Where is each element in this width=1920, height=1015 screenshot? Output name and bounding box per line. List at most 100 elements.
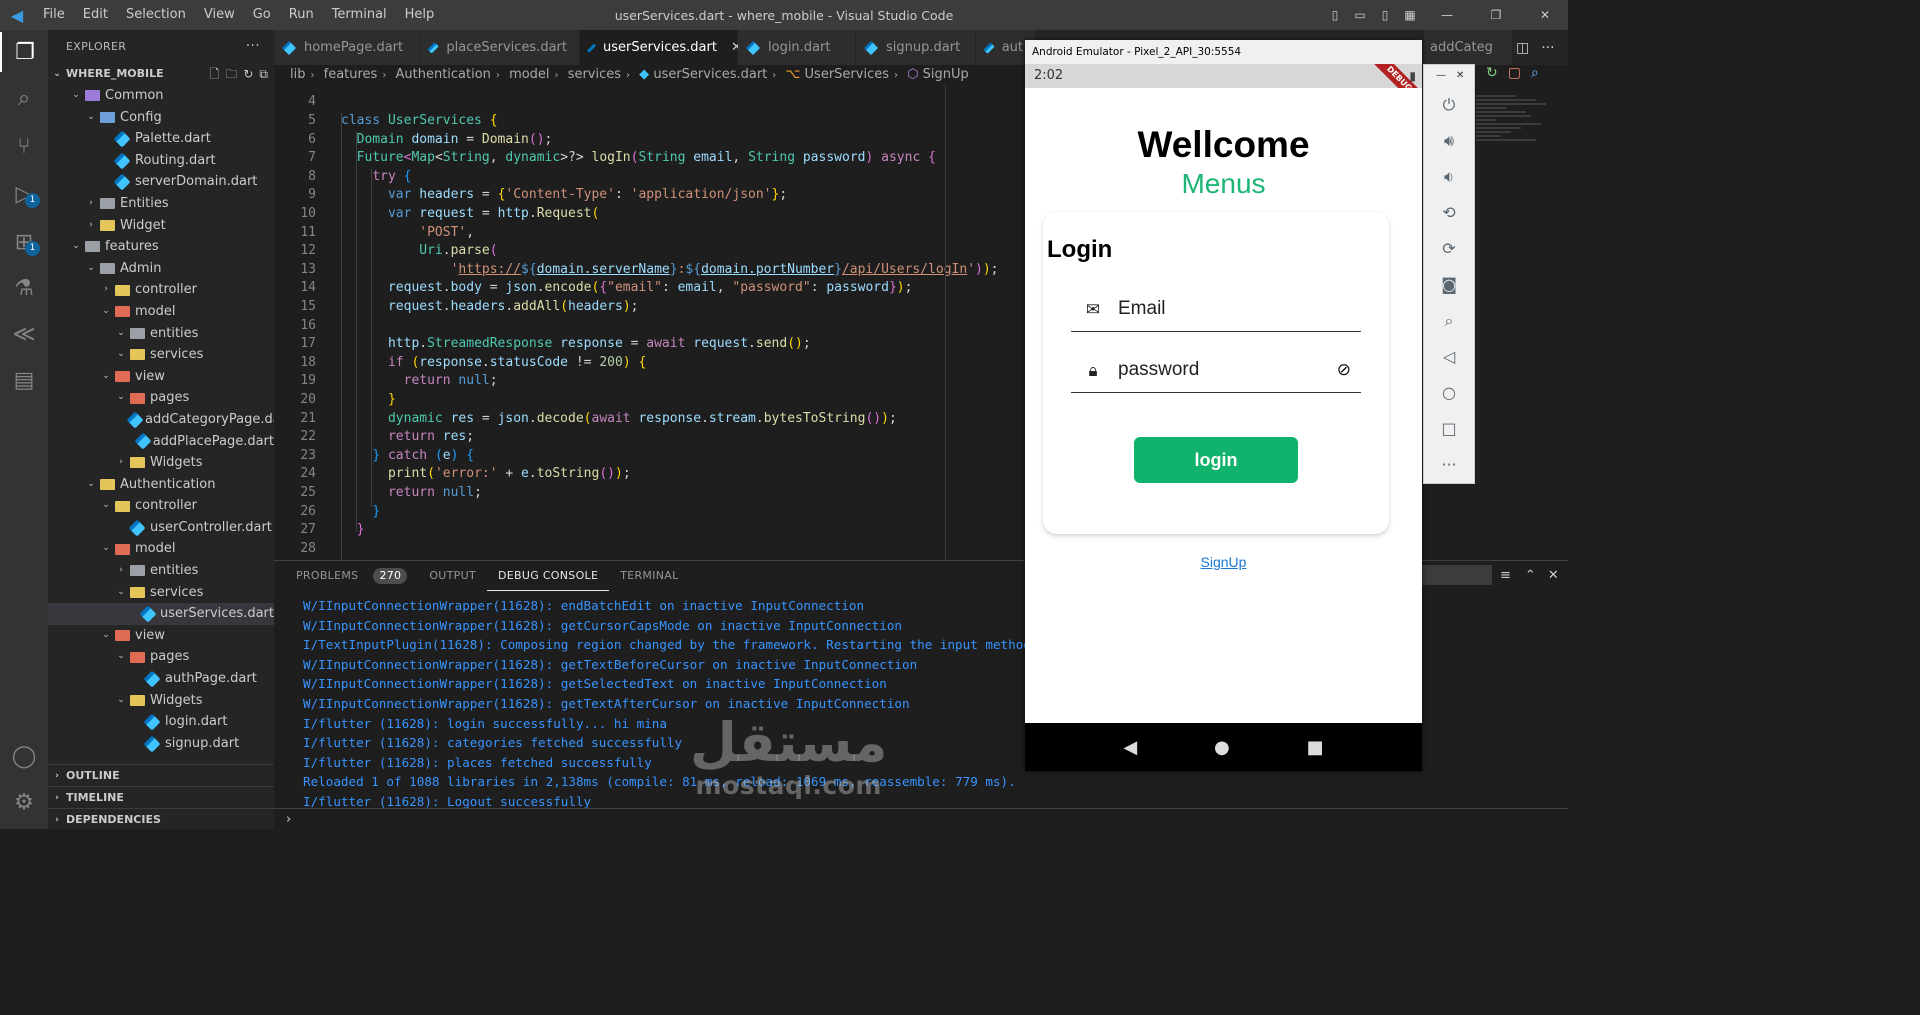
folder-item[interactable]: › Widgets	[48, 452, 274, 474]
breadcrumb-item[interactable]: lib	[290, 67, 305, 82]
tab-terminal[interactable]: TERMINAL	[609, 561, 689, 591]
folder-item[interactable]: ⌄ Config	[48, 107, 274, 129]
file-item[interactable]: userServices.dart	[48, 603, 274, 625]
menu-edit[interactable]: Edit	[74, 0, 117, 30]
tab-addcategory[interactable]: addCateg	[1424, 30, 1514, 65]
customize-layout-icon[interactable]: ▦	[1399, 8, 1421, 22]
code-editor[interactable]: 4 5 6 7 8 9 10 11 12 13 14 15 16 17 18 19 20 21 22 23 24 25 26…	[274, 85, 1034, 560]
new-folder-icon[interactable]: 🗀	[225, 63, 237, 85]
source-control-icon[interactable]: ⑂	[0, 126, 48, 166]
folder-item[interactable]: › Widget	[48, 215, 274, 237]
recents-icon[interactable]: ■	[1307, 737, 1324, 758]
menu-file[interactable]: File	[34, 0, 74, 30]
file-item[interactable]: addCategoryPage.dart	[48, 409, 291, 431]
tab-problems[interactable]: PROBLEMS 270	[274, 561, 418, 591]
collapse-all-icon[interactable]: ⧉	[259, 63, 268, 85]
minimap[interactable]	[1476, 95, 1556, 175]
tab-login[interactable]: login.dart	[738, 30, 856, 65]
console-filter-input[interactable]	[1422, 565, 1492, 585]
minimize-icon[interactable]: —	[1424, 8, 1470, 22]
folder-item[interactable]: ⌄ model	[48, 538, 274, 560]
file-item[interactable]: login.dart	[48, 711, 274, 733]
close-window-icon[interactable]: ✕	[1522, 8, 1568, 22]
folder-item[interactable]: › entities	[48, 560, 274, 582]
new-file-icon[interactable]: 🗋	[210, 63, 220, 85]
notebook-icon[interactable]: ▤	[0, 360, 48, 400]
maximize-panel-icon[interactable]: ⌃	[1525, 568, 1536, 583]
tab-homepage[interactable]: homePage.dart	[274, 30, 420, 65]
tab-userservices[interactable]: userServices.dart ✕	[580, 30, 742, 65]
extensions-icon[interactable]: ⊞ 1	[0, 222, 48, 262]
folder-item[interactable]: ⌄ Common	[48, 85, 274, 107]
restore-icon[interactable]: ❐	[1473, 8, 1519, 22]
accounts-icon[interactable]: ◯	[0, 736, 48, 776]
rotate-left-icon[interactable]: ⟲	[1424, 203, 1474, 222]
file-item[interactable]: userController.dart	[48, 517, 274, 539]
visibility-off-icon[interactable]: ⊘	[1337, 360, 1351, 380]
password-field[interactable]: 🔒︎ password ⊘	[1071, 353, 1361, 393]
back-icon[interactable]: ◀	[1123, 737, 1137, 758]
file-item[interactable]: signup.dart	[48, 733, 274, 755]
file-item[interactable]: Routing.dart	[48, 150, 274, 172]
folder-item[interactable]: ⌄ Authentication	[48, 474, 274, 496]
menu-terminal[interactable]: Terminal	[323, 0, 396, 30]
tab-placeservices[interactable]: placeServices.dart	[420, 30, 580, 65]
file-item[interactable]: Palette.dart	[48, 128, 274, 150]
file-item[interactable]: addPlacePage.dart	[48, 431, 274, 453]
explorer-icon[interactable]: ❐	[0, 32, 48, 72]
file-item[interactable]: authPage.dart	[48, 668, 274, 690]
back-icon[interactable]: ◁	[1424, 347, 1474, 366]
folder-item[interactable]: ⌄ controller	[48, 495, 274, 517]
settings-gear-icon[interactable]: ⚙	[0, 782, 48, 822]
clear-console-icon[interactable]: ≡	[1500, 568, 1511, 583]
timeline-section[interactable]: › TIMELINE	[48, 786, 274, 808]
volume-down-icon[interactable]: 🔉︎	[1424, 167, 1474, 187]
close-icon[interactable]: ✕	[1456, 70, 1464, 81]
signup-link[interactable]: SignUp	[1025, 554, 1422, 570]
breadcrumb-item[interactable]: services	[568, 67, 621, 82]
search-icon[interactable]: ⌕	[0, 78, 48, 118]
menu-view[interactable]: View	[195, 0, 244, 30]
breadcrumb-item[interactable]: Authentication	[395, 67, 490, 82]
menu-run[interactable]: Run	[280, 0, 323, 30]
breadcrumb-item[interactable]: features	[324, 67, 378, 82]
toggle-sidebar-icon[interactable]: ▯	[1324, 8, 1346, 22]
toggle-secondary-sidebar-icon[interactable]: ▯	[1374, 8, 1396, 22]
home-icon[interactable]: ○	[1424, 383, 1474, 402]
run-debug-icon[interactable]: ▷ 1	[0, 174, 48, 214]
more-icon[interactable]: ···	[1424, 455, 1474, 474]
split-editor-icon[interactable]: ◫	[1516, 40, 1529, 56]
folder-item[interactable]: ⌄ model	[48, 301, 274, 323]
breadcrumb-item[interactable]: UserServices	[805, 67, 889, 82]
close-panel-icon[interactable]: ✕	[1548, 568, 1559, 583]
overview-icon[interactable]: □	[1424, 419, 1474, 438]
inspect-icon[interactable]: ⌕	[1531, 65, 1539, 85]
workspace-root[interactable]: ⌄ WHERE_MOBILE 🗋 🗀 ↻ ⧉	[48, 63, 274, 85]
folder-item[interactable]: ⌄ entities	[48, 323, 274, 345]
console-input[interactable]: ›	[274, 808, 1568, 830]
zoom-icon[interactable]: ⌕	[1424, 311, 1474, 331]
menu-go[interactable]: Go	[244, 0, 280, 30]
camera-icon[interactable]: ◙	[1424, 275, 1474, 294]
stop-icon[interactable]: ▢	[1508, 65, 1521, 85]
tab-signup[interactable]: signup.dart	[856, 30, 976, 65]
folder-item[interactable]: ⌄ view	[48, 366, 274, 388]
dependencies-section[interactable]: › DEPENDENCIES	[48, 808, 274, 830]
toggle-panel-icon[interactable]: ▭	[1349, 8, 1371, 22]
minimize-icon[interactable]: —	[1436, 70, 1446, 81]
more-actions-icon[interactable]: ···	[246, 30, 260, 63]
file-item[interactable]: serverDomain.dart	[48, 171, 274, 193]
testing-icon[interactable]: ⚗	[0, 268, 48, 308]
folder-item[interactable]: › controller	[48, 279, 274, 301]
volume-up-icon[interactable]: 🔊︎	[1424, 131, 1474, 151]
more-actions-icon[interactable]: ···	[1541, 40, 1554, 56]
menu-help[interactable]: Help	[396, 0, 444, 30]
breadcrumb-item[interactable]: SignUp	[923, 67, 969, 82]
folder-item[interactable]: ⌄ pages	[48, 387, 274, 409]
power-icon[interactable]: ⏻	[1424, 95, 1474, 115]
outline-section[interactable]: › OUTLINE	[48, 764, 274, 786]
folder-item[interactable]: ⌄ features	[48, 236, 274, 258]
tab-output[interactable]: OUTPUT	[418, 561, 487, 591]
folder-item[interactable]: ⌄ services	[48, 582, 274, 604]
folder-item[interactable]: ⌄ Admin	[48, 258, 274, 280]
